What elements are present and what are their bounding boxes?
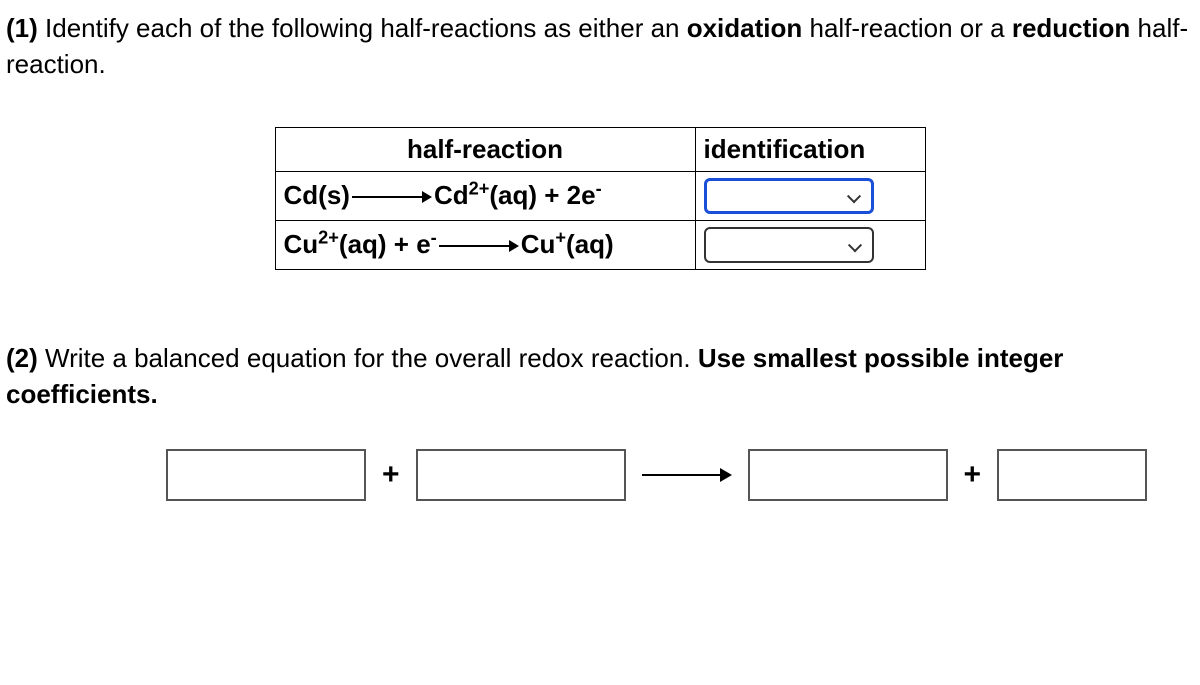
identification-cell-2 — [695, 220, 925, 269]
reaction-1-part: (aq) + 2e — [489, 180, 595, 210]
reaction-1-part: Cd(s) — [284, 180, 350, 210]
product-2-input[interactable] — [997, 449, 1147, 501]
identification-select-1[interactable] — [704, 178, 874, 214]
chevron-down-icon — [847, 188, 861, 202]
reaction-1: Cd(s) Cd2+(aq) + 2e- — [284, 180, 602, 210]
question-2-text: (2) Write a balanced equation for the ov… — [6, 340, 1194, 413]
reaction-2-part: (aq) + e — [339, 229, 431, 259]
reactant-2-input[interactable] — [416, 449, 626, 501]
superscript: - — [431, 228, 437, 248]
reaction-cell-2: Cu2+(aq) + e-Cu+(aq) — [275, 220, 695, 269]
superscript: + — [555, 228, 566, 248]
reaction-2: Cu2+(aq) + e-Cu+(aq) — [284, 229, 614, 259]
identification-cell-1 — [695, 171, 925, 220]
table-row: Cd(s) Cd2+(aq) + 2e- — [275, 171, 925, 220]
question-1-text: (1) Identify each of the following half-… — [6, 10, 1194, 83]
superscript: 2+ — [469, 179, 490, 199]
q2-text-1: Write a balanced equation for the overal… — [38, 343, 698, 373]
q1-text-2: half-reaction or a — [802, 13, 1012, 43]
q1-number: (1) — [6, 13, 38, 43]
reaction-cell-1: Cd(s) Cd2+(aq) + 2e- — [275, 171, 695, 220]
q2-number: (2) — [6, 343, 38, 373]
q1-text-1: Identify each of the following half-reac… — [38, 13, 687, 43]
superscript: - — [596, 179, 602, 199]
header-identification: identification — [695, 127, 925, 171]
reactant-1-input[interactable] — [166, 449, 366, 501]
plus-symbol: + — [382, 458, 400, 492]
reaction-arrow-icon — [642, 465, 732, 485]
q1-bold-oxidation: oxidation — [687, 13, 803, 43]
half-reaction-table: half-reaction identification Cd(s)Cd2+(a… — [275, 127, 926, 270]
reaction-2-part: (aq) — [566, 229, 614, 259]
identification-select-2[interactable] — [704, 227, 874, 263]
superscript: 2+ — [318, 228, 339, 248]
header-half-reaction: half-reaction — [275, 127, 695, 171]
reaction-2-part: Cu — [521, 229, 556, 259]
table-header-row: half-reaction identification — [275, 127, 925, 171]
equation-row: + + — [6, 449, 1194, 501]
arrow-icon — [439, 239, 519, 253]
product-1-input[interactable] — [748, 449, 948, 501]
chevron-down-icon — [848, 237, 862, 251]
reaction-2-part: Cu — [284, 229, 319, 259]
q1-bold-reduction: reduction — [1012, 13, 1130, 43]
reaction-1-part: Cd — [434, 180, 469, 210]
plus-symbol: + — [964, 458, 982, 492]
half-reaction-table-wrap: half-reaction identification Cd(s)Cd2+(a… — [6, 127, 1194, 270]
table-row: Cu2+(aq) + e-Cu+(aq) — [275, 220, 925, 269]
arrow-icon — [352, 190, 432, 204]
